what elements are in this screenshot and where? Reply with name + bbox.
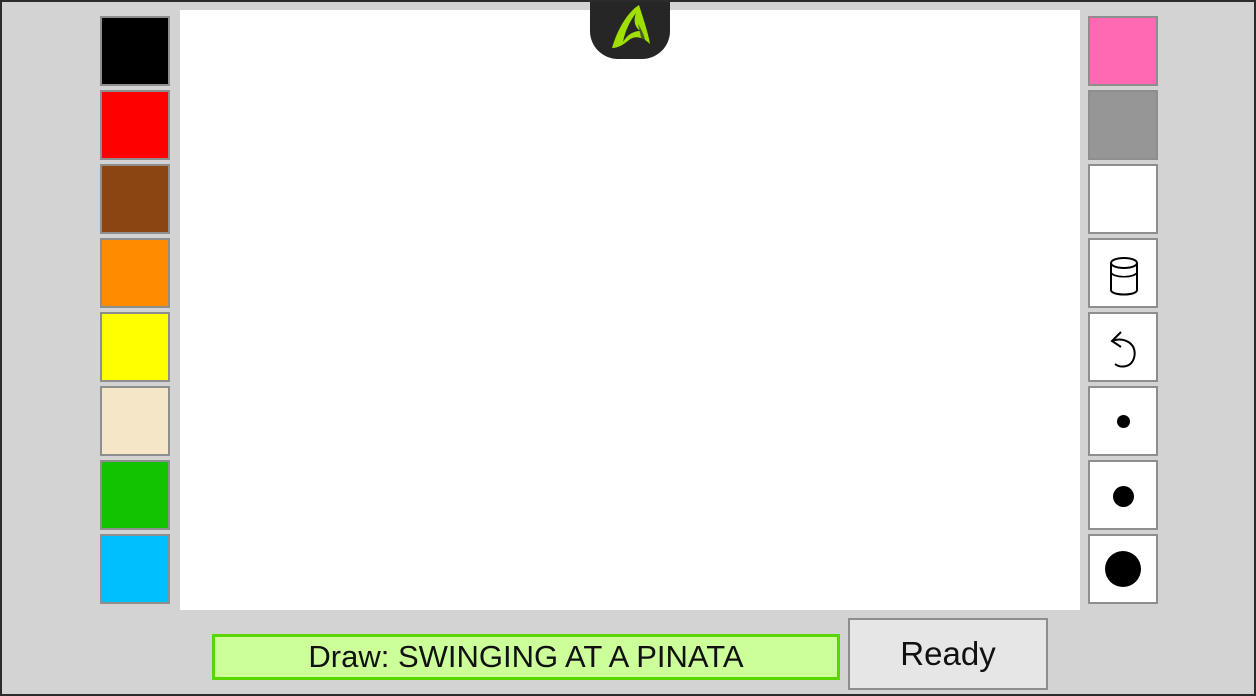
color-swatch-light-blue[interactable] — [100, 534, 170, 604]
color-swatch-beige[interactable] — [100, 386, 170, 456]
fill-bucket-button[interactable] — [1088, 238, 1158, 308]
drawing-canvas[interactable] — [180, 10, 1080, 610]
color-swatch-brown[interactable] — [100, 164, 170, 234]
brush-large-button[interactable] — [1088, 534, 1158, 604]
logo-leaf-icon — [612, 5, 650, 48]
bucket-icon — [1110, 257, 1138, 296]
small-brush-dot-icon — [1117, 415, 1130, 428]
draw-prompt: Draw: SWINGING AT A PINATA — [212, 634, 840, 680]
ready-button-label: Ready — [900, 635, 996, 672]
color-swatch-white[interactable] — [1088, 164, 1158, 234]
game-window: Draw: SWINGING AT A PINATA Ready — [0, 0, 1256, 696]
undo-icon — [1110, 331, 1136, 368]
color-swatch-red[interactable] — [100, 90, 170, 160]
color-swatch-orange[interactable] — [100, 238, 170, 308]
app-logo — [590, 2, 670, 59]
brush-medium-button[interactable] — [1088, 460, 1158, 530]
color-swatch-green[interactable] — [100, 460, 170, 530]
medium-brush-dot-icon — [1113, 486, 1134, 507]
draw-prompt-text: Draw: SWINGING AT A PINATA — [308, 639, 744, 674]
large-brush-dot-icon — [1105, 551, 1141, 587]
ready-button[interactable]: Ready — [848, 618, 1048, 690]
undo-button[interactable] — [1088, 312, 1158, 382]
brush-small-button[interactable] — [1088, 386, 1158, 456]
color-swatch-gray[interactable] — [1088, 90, 1158, 160]
color-swatch-yellow[interactable] — [100, 312, 170, 382]
color-swatch-black[interactable] — [100, 16, 170, 86]
color-swatch-pink[interactable] — [1088, 16, 1158, 86]
